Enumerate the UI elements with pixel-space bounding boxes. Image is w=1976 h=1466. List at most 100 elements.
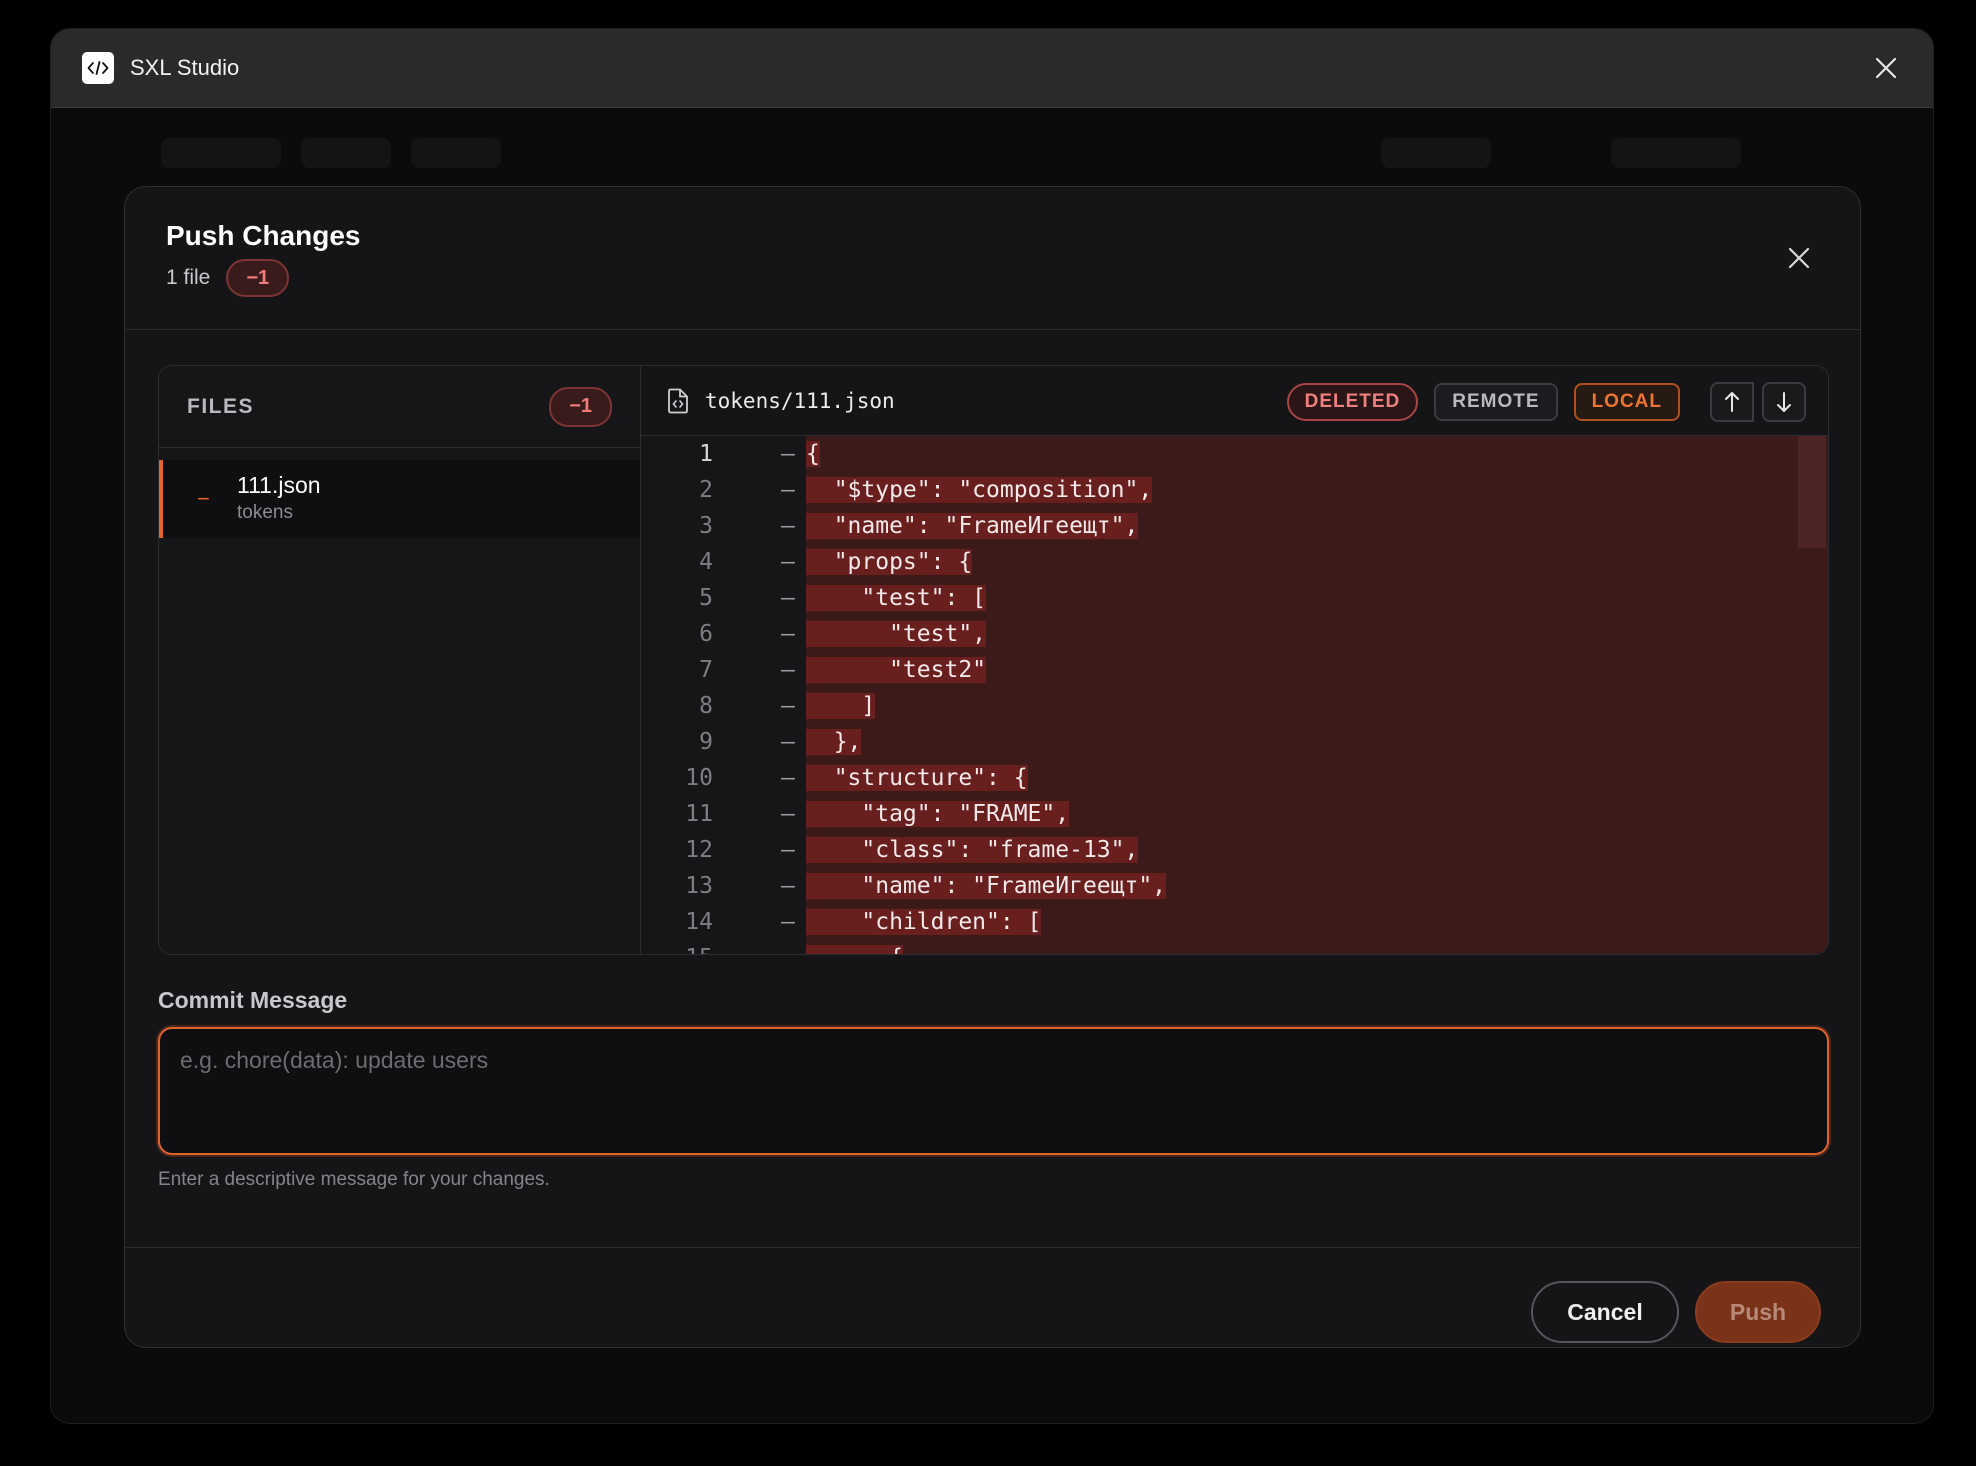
local-toggle[interactable]: LOCAL	[1573, 383, 1680, 421]
line-number: 10	[685, 765, 713, 791]
code-line: 13 — "name": "FrameИгеещт",	[641, 868, 1828, 904]
file-path: tokens/111.json	[705, 388, 895, 413]
commit-message-input[interactable]	[158, 1027, 1829, 1155]
scrollbar-thumb[interactable]	[1798, 436, 1826, 548]
dialog-close-button[interactable]	[1782, 241, 1816, 275]
dialog-header: Push Changes 1 file −1	[125, 187, 1860, 330]
bg-placeholder	[1381, 138, 1491, 168]
code-line: 6 — "test",	[641, 616, 1828, 652]
removed-text: "test",	[806, 621, 987, 647]
line-text: "tag": "FRAME",	[806, 796, 1070, 832]
line-number: 6	[699, 621, 713, 647]
code-line: 15 — {	[641, 940, 1828, 954]
deleted-badge: DELETED	[1286, 383, 1419, 421]
dialog-subtitle: 1 file −1	[166, 259, 290, 297]
file-item-111-json[interactable]: − 111.json tokens	[159, 460, 640, 538]
file-count: 1 file	[166, 266, 211, 289]
line-number: 1	[699, 441, 713, 467]
removed-text: {	[806, 945, 903, 954]
line-number: 8	[699, 693, 713, 719]
removed-line-marker: —	[781, 909, 795, 935]
code-line: 10 — "structure": {	[641, 760, 1828, 796]
removed-line-marker: —	[781, 801, 795, 827]
line-number: 12	[685, 837, 713, 863]
line-number: 14	[685, 909, 713, 935]
remote-toggle[interactable]: REMOTE	[1434, 383, 1558, 421]
removed-text: "$type": "composition",	[806, 477, 1153, 503]
line-text: "name": "FrameИгеещт",	[806, 868, 1167, 904]
close-icon	[1788, 247, 1810, 269]
bg-placeholder	[161, 138, 281, 168]
code-line: 5 — "test": [	[641, 580, 1828, 616]
line-text: "test",	[806, 616, 987, 652]
bg-placeholder	[301, 138, 391, 168]
line-text: "props": {	[806, 544, 973, 580]
line-text: {	[806, 940, 903, 954]
code-content[interactable]: 1 — {2 — "$type": "composition", 3 — "name": …	[641, 436, 1828, 954]
line-number: 13	[685, 873, 713, 899]
removed-text: "children": [	[806, 909, 1042, 935]
removed-line-marker: —	[781, 873, 795, 899]
scrollbar[interactable]	[1798, 436, 1828, 954]
removed-text: "class": "frame-13",	[806, 837, 1139, 863]
commit-message-label: Commit Message	[158, 987, 348, 1013]
line-text: "class": "frame-13",	[806, 832, 1139, 868]
previous-change-button[interactable]	[1710, 382, 1754, 422]
removed-line-marker: —	[781, 837, 795, 863]
files-deletion-badge: −1	[549, 386, 612, 427]
cancel-button[interactable]: Cancel	[1531, 1281, 1679, 1343]
removed-text: },	[806, 729, 862, 755]
line-number: 7	[699, 657, 713, 683]
removed-text: "test": [	[806, 585, 987, 611]
line-text: "test2"	[806, 652, 987, 688]
window-close-button[interactable]	[1871, 53, 1901, 83]
removed-line-marker: —	[781, 657, 795, 683]
line-number: 4	[699, 549, 713, 575]
files-header: FILES −1	[159, 366, 640, 448]
removed-text: ]	[806, 693, 876, 719]
line-number: 9	[699, 729, 713, 755]
arrow-down-icon	[1777, 392, 1791, 412]
dialog-title: Push Changes	[166, 220, 361, 251]
close-icon	[1875, 57, 1897, 79]
code-header: tokens/111.json DELETED REMOTE LOCAL	[641, 366, 1828, 436]
deletion-count-badge: −1	[226, 259, 290, 297]
line-text: "structure": {	[806, 760, 1028, 796]
removed-text: "tag": "FRAME",	[806, 801, 1070, 827]
line-text: "$type": "composition",	[806, 472, 1153, 508]
diff-panel: FILES −1 − 111.json tokens tokens/111.js…	[158, 365, 1829, 955]
removed-text: "test2"	[806, 657, 987, 683]
code-viewer: tokens/111.json DELETED REMOTE LOCAL 1 —…	[641, 366, 1828, 954]
line-text: "name": "FrameИгеещт",	[806, 508, 1139, 544]
removed-line-marker: —	[781, 549, 795, 575]
app-title: SXL Studio	[130, 55, 240, 80]
removed-text: "name": "FrameИгеещт",	[806, 873, 1167, 899]
line-text: "test": [	[806, 580, 987, 616]
file-code-icon	[668, 388, 688, 413]
code-line: 11 — "tag": "FRAME",	[641, 796, 1828, 832]
line-number: 3	[699, 513, 713, 539]
push-button[interactable]: Push	[1695, 1281, 1821, 1343]
code-line: 8 — ]	[641, 688, 1828, 724]
line-number: 5	[699, 585, 713, 611]
removed-line-marker: —	[781, 765, 795, 791]
next-change-button[interactable]	[1762, 382, 1806, 422]
files-list: FILES −1 − 111.json tokens	[159, 366, 641, 954]
file-name: 111.json	[237, 472, 321, 498]
code-line: 2 — "$type": "composition",	[641, 472, 1828, 508]
line-text: {	[806, 436, 820, 472]
removed-line-marker: —	[781, 940, 795, 954]
removed-line-marker: —	[781, 729, 795, 755]
removed-line-marker: —	[781, 513, 795, 539]
commit-help-text: Enter a descriptive message for your cha…	[158, 1169, 550, 1190]
code-line: 14 — "children": [	[641, 904, 1828, 940]
code-brackets-icon	[82, 52, 114, 84]
bg-placeholder	[411, 138, 501, 168]
code-line: 4 — "props": {	[641, 544, 1828, 580]
removed-line-marker: —	[781, 693, 795, 719]
removed-text: "props": {	[806, 549, 973, 575]
removed-line-marker: —	[781, 441, 795, 467]
bg-placeholder	[1611, 138, 1741, 168]
removed-line-marker: —	[781, 621, 795, 647]
code-line: 9 — },	[641, 724, 1828, 760]
